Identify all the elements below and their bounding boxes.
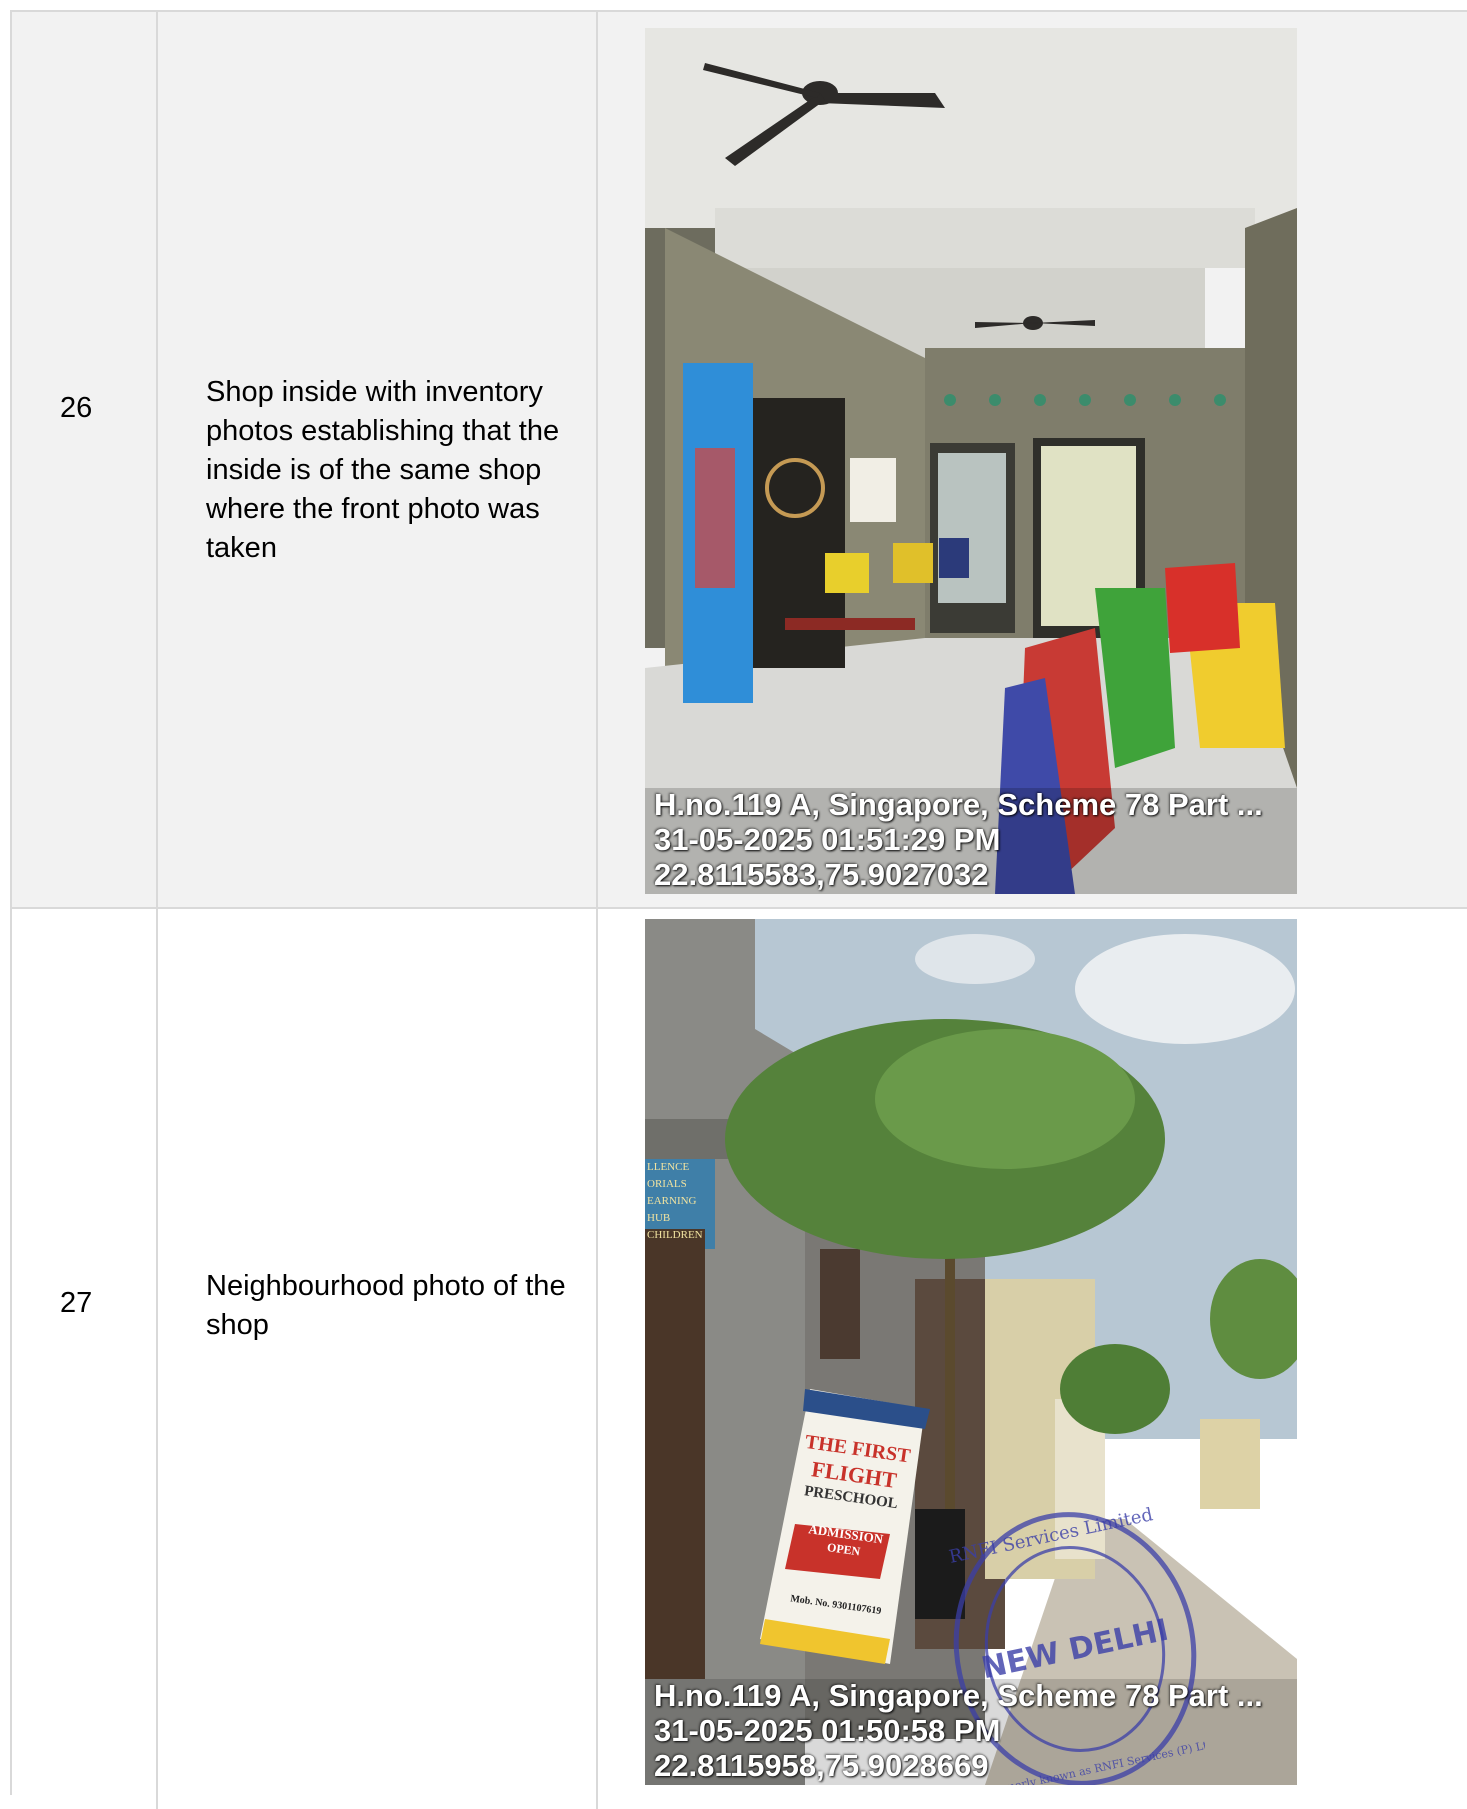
neighbourhood-photo: THE FIRST FLIGHT PRESCHOOL ADMISSION OPE… [645,919,1297,1785]
geotag-timestamp: 31-05-2025 01:50:58 PM [654,1713,1001,1748]
photo-geotag-overlay: H.no.119 A, Singapore, Scheme 78 Part ..… [654,787,1263,892]
description-cell: Neighbourhood photo of the shop [158,909,598,1809]
serial-cell: 26 [12,12,158,907]
report-table: 26 Shop inside with inventory photos est… [10,10,1467,1809]
side-sign-line: CHILDREN [647,1229,703,1241]
geotag-timestamp: 31-05-2025 01:51:29 PM [654,822,1001,857]
classroom-scene-image [645,28,1297,894]
photo-cell: H.no.119 A, Singapore, Scheme 78 Part ..… [598,12,1467,907]
geotag-address: H.no.119 A, Singapore, Scheme 78 Part ..… [654,1678,1263,1713]
side-sign-line: ORIALS [647,1178,687,1190]
photo-cell: THE FIRST FLIGHT PRESCHOOL ADMISSION OPE… [598,909,1467,1809]
geotag-address: H.no.119 A, Singapore, Scheme 78 Part ..… [654,787,1263,822]
side-sign: LLENCE ORIALS EARNING HUB CHILDREN [647,1159,709,1244]
serial-cell: 27 [12,909,158,1809]
description-cell: Shop inside with inventory photos establ… [158,12,598,907]
shop-inside-photo: H.no.119 A, Singapore, Scheme 78 Part ..… [645,28,1297,894]
row-description: Shop inside with inventory photos establ… [206,376,560,564]
row-number: 27 [60,1287,93,1319]
table-row: 27 Neighbourhood photo of the shop THE F… [12,909,1467,1809]
row-number: 26 [60,392,93,424]
signboard: THE FIRST FLIGHT PRESCHOOL ADMISSION OPE… [776,1429,919,1620]
photo-geotag-overlay: H.no.119 A, Singapore, Scheme 78 Part ..… [654,1678,1263,1783]
side-sign-line: EARNING HUB [647,1195,697,1224]
side-sign-line: LLENCE [647,1161,690,1173]
geotag-coordinates: 22.8115958,75.9028669 [654,1748,989,1783]
geotag-coordinates: 22.8115583,75.9027032 [654,857,989,892]
stamp-center-text: NEW DELHI [979,1613,1172,1687]
row-description: Neighbourhood photo of the shop [206,1270,566,1341]
table-row: 26 Shop inside with inventory photos est… [12,12,1467,909]
